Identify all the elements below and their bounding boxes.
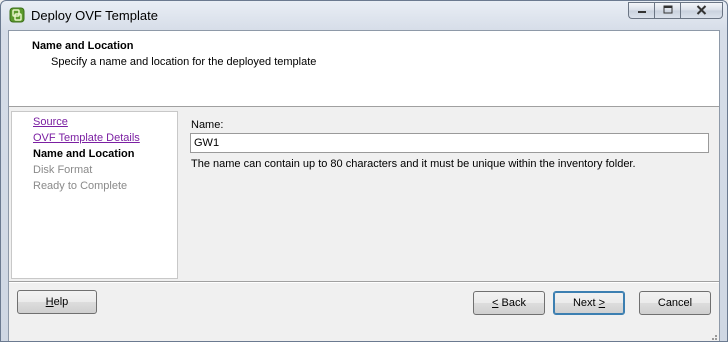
wizard-header: Name and Location Specify a name and loc… <box>9 31 719 107</box>
minimize-button[interactable] <box>628 2 654 19</box>
minimize-icon <box>637 2 647 20</box>
close-icon <box>696 2 707 20</box>
vsphere-app-icon <box>9 7 25 23</box>
resize-grip-icon[interactable] <box>708 331 718 341</box>
close-button[interactable] <box>680 2 723 19</box>
window-controls <box>628 2 723 20</box>
back-label-rest: Back <box>498 297 526 309</box>
help-label-rest: elp <box>53 296 69 308</box>
step-name-and-location: Name and Location <box>33 148 135 160</box>
step-ready-to-complete: Ready to Complete <box>33 180 128 192</box>
wizard-body: Name and Location Specify a name and loc… <box>8 30 720 341</box>
title-bar[interactable]: Deploy OVF Template <box>1 1 727 31</box>
wizard-steps-panel: Source OVF Template Details Name and Loc… <box>11 111 178 279</box>
cancel-button[interactable]: Cancel <box>639 291 711 315</box>
name-label: Name: <box>191 119 224 131</box>
button-separator <box>9 281 719 283</box>
page-subtitle: Specify a name and location for the depl… <box>51 56 317 68</box>
name-input[interactable] <box>190 133 709 153</box>
step-source[interactable]: Source <box>33 116 68 128</box>
next-mnemonic: > <box>598 297 606 309</box>
deploy-ovf-window: Deploy OVF Template Name and Location Sp… <box>0 0 728 342</box>
page-title: Name and Location <box>32 40 134 52</box>
maximize-button[interactable] <box>654 2 680 19</box>
next-button[interactable]: Next > <box>553 291 625 315</box>
maximize-icon <box>663 2 673 20</box>
back-button[interactable]: < Back <box>473 291 545 315</box>
name-help-text: The name can contain up to 80 characters… <box>191 158 636 170</box>
help-mnemonic: H <box>45 296 54 308</box>
next-label-prefix: Next <box>572 297 599 309</box>
step-ovf-template-details[interactable]: OVF Template Details <box>33 132 140 144</box>
window-title: Deploy OVF Template <box>31 8 158 23</box>
step-disk-format: Disk Format <box>33 164 93 176</box>
help-button[interactable]: Help <box>17 290 97 314</box>
